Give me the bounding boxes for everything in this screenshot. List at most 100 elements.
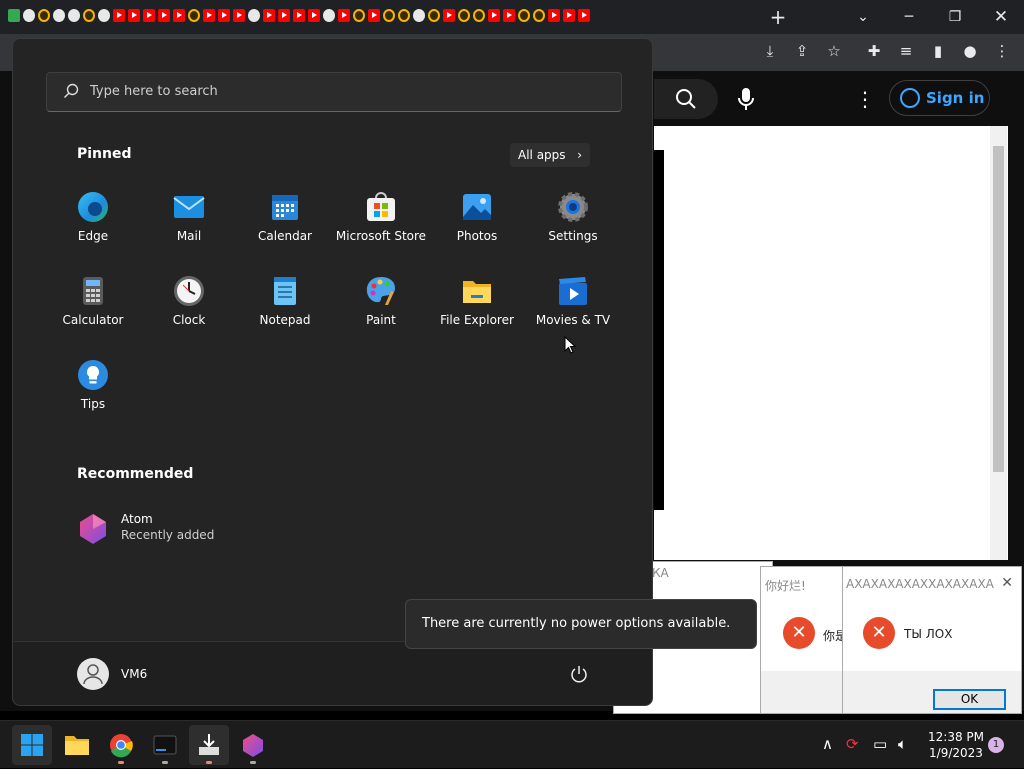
- atom-icon: [243, 734, 263, 757]
- minimize-button[interactable]: ─: [886, 4, 932, 30]
- tab-favicon-icon[interactable]: [338, 9, 350, 22]
- tab-favicon-icon[interactable]: [383, 9, 395, 22]
- tab-favicon-icon[interactable]: [428, 9, 440, 22]
- tab-favicon-icon[interactable]: [203, 9, 215, 22]
- tab-favicon-icon[interactable]: [278, 9, 290, 22]
- tab-favicon-icon[interactable]: [473, 9, 485, 22]
- tab-favicon-icon[interactable]: [173, 9, 185, 22]
- tab-favicon-icon[interactable]: [83, 9, 95, 22]
- media-control-icon[interactable]: ≡: [894, 42, 918, 60]
- pinned-app-clock[interactable]: Clock: [141, 275, 237, 355]
- taskbar-clock[interactable]: 12:38 PM 1/9/2023: [924, 729, 988, 761]
- taskbar-chrome[interactable]: [101, 725, 141, 765]
- start-menu-footer: VM6: [13, 641, 652, 705]
- network-icon[interactable]: ▭: [873, 735, 887, 753]
- recommended-name: Atom: [121, 512, 153, 526]
- tab-favicon-icon[interactable]: [548, 9, 560, 22]
- new-tab-button[interactable]: +: [768, 5, 788, 29]
- sign-in-button[interactable]: Sign in: [889, 80, 990, 116]
- tab-favicon-icon[interactable]: [533, 9, 545, 22]
- account-icon: [900, 88, 920, 108]
- pinned-app-settings[interactable]: Settings: [525, 191, 621, 271]
- search-icon: [64, 83, 79, 98]
- tab-favicon-icon[interactable]: [53, 9, 65, 22]
- pinned-app-tips[interactable]: Tips: [45, 359, 141, 439]
- pinned-app-mail[interactable]: Mail: [141, 191, 237, 271]
- browser-menu-icon[interactable]: ⋮: [990, 42, 1014, 60]
- terminal-icon: [153, 735, 177, 755]
- tab-favicon-icon[interactable]: [188, 9, 200, 22]
- tab-favicon-icon[interactable]: [368, 9, 380, 22]
- tab-favicon-icon[interactable]: [218, 9, 230, 22]
- pinned-app-file-explorer[interactable]: File Explorer: [429, 275, 525, 355]
- search-icon[interactable]: [675, 88, 697, 110]
- taskbar-file-explorer[interactable]: [57, 725, 97, 765]
- dialog-title: АХАХАХАХАХХАХАХАХА: [846, 577, 994, 591]
- tab-favicon-icon[interactable]: [113, 9, 125, 22]
- tab-favicon-icon[interactable]: [578, 9, 590, 22]
- mail-icon: [173, 196, 205, 218]
- microphone-icon[interactable]: [737, 86, 755, 112]
- tab-favicons[interactable]: [8, 9, 590, 22]
- pinned-app-calculator[interactable]: Calculator: [45, 275, 141, 355]
- taskbar-atom[interactable]: [233, 725, 273, 765]
- pinned-app-microsoft-store[interactable]: Microsoft Store: [333, 191, 429, 271]
- tab-favicon-icon[interactable]: [233, 9, 245, 22]
- profile-icon[interactable]: ●: [958, 42, 982, 60]
- tab-favicon-icon[interactable]: [353, 9, 365, 22]
- bookmark-star-icon[interactable]: ☆: [822, 42, 846, 60]
- tab-favicon-icon[interactable]: [98, 9, 110, 22]
- tab-favicon-icon[interactable]: [503, 9, 515, 22]
- pinned-app-edge[interactable]: Edge: [45, 191, 141, 271]
- tab-favicon-icon[interactable]: [143, 9, 155, 22]
- volume-icon[interactable]: 🔈︎: [898, 735, 907, 753]
- message-box-front[interactable]: АХАХАХАХАХХАХАХАХА ✕ ✕ ТЫ ЛОХ OK: [842, 566, 1022, 714]
- ok-button[interactable]: OK: [933, 689, 1006, 710]
- tab-favicon-icon[interactable]: [563, 9, 575, 22]
- tab-favicon-icon[interactable]: [68, 9, 80, 22]
- show-hidden-icons-chevron-icon[interactable]: ∧: [822, 735, 833, 753]
- tab-favicon-icon[interactable]: [38, 9, 50, 22]
- more-options-icon[interactable]: ⋮: [855, 87, 875, 111]
- tab-favicon-icon[interactable]: [158, 9, 170, 22]
- maximize-button[interactable]: ❐: [932, 4, 978, 30]
- tab-favicon-icon[interactable]: [443, 9, 455, 22]
- tab-favicon-icon[interactable]: [323, 9, 335, 22]
- tab-favicon-icon[interactable]: [488, 9, 500, 22]
- tab-favicon-icon[interactable]: [518, 9, 530, 22]
- chrome-icon: [110, 734, 133, 758]
- tab-favicon-icon[interactable]: [263, 9, 275, 22]
- start-search-box[interactable]: Type here to search: [46, 72, 622, 112]
- install-icon[interactable]: ⤓: [758, 42, 782, 60]
- pinned-app-photos[interactable]: Photos: [429, 191, 525, 271]
- tab-favicon-icon[interactable]: [8, 9, 20, 22]
- recommended-item-atom[interactable]: Atom Recently added: [77, 511, 277, 547]
- scrollbar-thumb[interactable]: [993, 146, 1004, 472]
- user-account-button[interactable]: VM6: [77, 658, 147, 690]
- start-button[interactable]: [12, 725, 52, 765]
- all-apps-button[interactable]: All apps ›: [510, 143, 590, 167]
- pinned-app-notepad[interactable]: Notepad: [237, 275, 333, 355]
- power-options-tooltip: There are currently no power options ava…: [405, 599, 757, 649]
- tab-search-icon[interactable]: ⌄: [840, 4, 886, 30]
- power-icon[interactable]: [569, 664, 589, 684]
- tab-favicon-icon[interactable]: [458, 9, 470, 22]
- taskbar-terminal[interactable]: [145, 725, 185, 765]
- tab-favicon-icon[interactable]: [128, 9, 140, 22]
- tab-favicon-icon[interactable]: [308, 9, 320, 22]
- pinned-app-paint[interactable]: Paint: [333, 275, 429, 355]
- tab-favicon-icon[interactable]: [248, 9, 260, 22]
- tab-favicon-icon[interactable]: [413, 9, 425, 22]
- taskbar-installer[interactable]: [189, 725, 229, 765]
- tab-favicon-icon[interactable]: [398, 9, 410, 22]
- tab-favicon-icon[interactable]: [23, 9, 35, 22]
- close-window-button[interactable]: ✕: [978, 4, 1024, 30]
- sync-icon[interactable]: ⟳: [846, 735, 859, 753]
- pinned-app-calendar[interactable]: Calendar: [237, 191, 333, 271]
- close-icon[interactable]: ✕: [1001, 575, 1013, 591]
- tab-favicon-icon[interactable]: [293, 9, 305, 22]
- notification-badge[interactable]: 1: [988, 737, 1004, 753]
- share-icon[interactable]: ⇪: [790, 42, 814, 60]
- side-panel-icon[interactable]: ▮: [926, 42, 950, 60]
- extensions-icon[interactable]: ✚: [862, 42, 886, 60]
